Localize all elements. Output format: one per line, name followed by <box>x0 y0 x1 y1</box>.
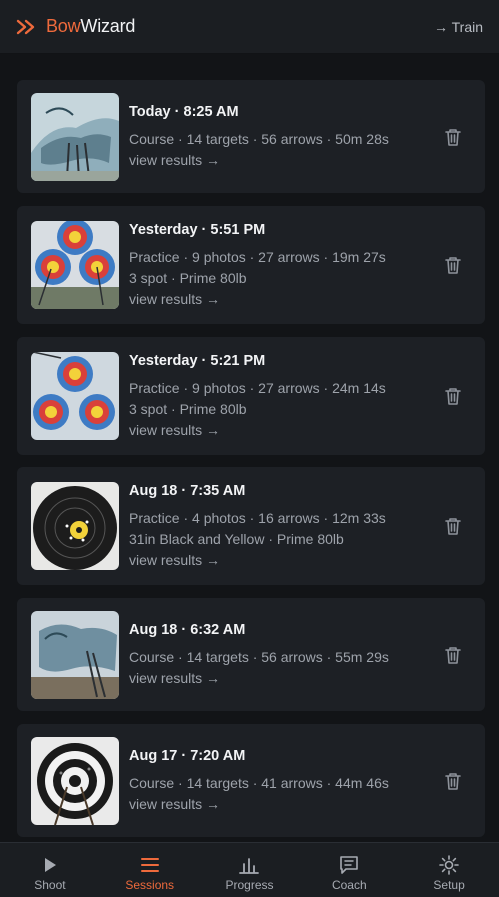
view-results-link[interactable]: view results → <box>129 289 435 310</box>
session-list: Today · 8:25 AM Course · 14 targets · 56… <box>0 54 499 842</box>
session-card[interactable]: Aug 18 · 6:32 AM Course · 14 targets · 5… <box>17 598 485 711</box>
view-results-link[interactable]: view results → <box>129 550 435 571</box>
session-thumbnail <box>31 221 119 309</box>
session-summary: Course · 14 targets · 41 arrows · 44m 46… <box>129 774 389 791</box>
session-thumbnail <box>31 482 119 570</box>
play-icon <box>43 855 57 875</box>
session-summary: Practice · 9 photos · 27 arrows · 19m 27… <box>129 248 386 265</box>
session-equipment: 31in Black and Yellow · Prime 80lb <box>129 530 344 547</box>
chevrons-logo-icon <box>16 19 38 35</box>
view-results-link[interactable]: view results → <box>129 794 435 815</box>
trash-icon[interactable] <box>443 645 463 665</box>
session-summary: Practice · 4 photos · 16 arrows · 12m 33… <box>129 509 386 526</box>
nav-sessions[interactable]: Sessions <box>100 843 200 897</box>
nav-label: Shoot <box>34 878 66 892</box>
session-equipment: 3 spot · Prime 80lb <box>129 269 247 286</box>
trash-icon[interactable] <box>443 771 463 791</box>
session-time: Yesterday · 5:21 PM <box>129 352 266 369</box>
session-summary: Course · 14 targets · 56 arrows · 50m 28… <box>129 130 389 147</box>
nav-setup[interactable]: Setup <box>399 843 499 897</box>
nav-progress[interactable]: Progress <box>200 843 300 897</box>
app-header: BowWizard → Train <box>0 0 499 54</box>
nav-label: Progress <box>225 878 274 892</box>
session-time: Aug 18 · 7:35 AM <box>129 482 246 499</box>
session-time: Aug 17 · 7:20 AM <box>129 747 246 764</box>
train-link[interactable]: → Train <box>434 19 483 35</box>
session-equipment: 3 spot · Prime 80lb <box>129 400 247 417</box>
session-card[interactable]: Aug 18 · 7:35 AM Practice · 4 photos · 1… <box>17 467 485 585</box>
session-thumbnail <box>31 610 119 699</box>
trash-icon[interactable] <box>443 386 463 406</box>
session-time: Today · 8:25 AM <box>129 103 239 120</box>
bar-chart-icon <box>239 855 260 875</box>
app-title: BowWizard <box>46 16 136 36</box>
nav-label: Setup <box>433 878 465 892</box>
trash-icon[interactable] <box>443 516 463 536</box>
session-card[interactable]: Today · 8:25 AM Course · 14 targets · 56… <box>17 80 485 193</box>
nav-shoot[interactable]: Shoot <box>0 843 100 897</box>
sun-gear-icon <box>439 855 459 875</box>
session-time: Yesterday · 5:51 PM <box>129 221 266 238</box>
nav-label: Sessions <box>125 878 175 892</box>
view-results-link[interactable]: view results → <box>129 668 435 689</box>
session-thumbnail <box>31 352 119 440</box>
view-results-link[interactable]: view results → <box>129 420 435 441</box>
session-summary: Practice · 9 photos · 27 arrows · 24m 14… <box>129 379 386 396</box>
trash-icon[interactable] <box>443 255 463 275</box>
nav-label: Coach <box>331 878 367 892</box>
chat-icon <box>339 855 359 875</box>
session-card[interactable]: Aug 17 · 7:20 AM Course · 14 targets · 4… <box>17 724 485 837</box>
nav-coach[interactable]: Coach <box>299 843 399 897</box>
session-card[interactable]: Yesterday · 5:21 PM Practice · 9 photos … <box>17 337 485 455</box>
session-card[interactable]: Yesterday · 5:51 PM Practice · 9 photos … <box>17 206 485 324</box>
menu-icon <box>140 855 159 875</box>
session-time: Aug 18 · 6:32 AM <box>129 621 246 638</box>
trash-icon[interactable] <box>443 127 463 147</box>
view-results-link[interactable]: view results → <box>129 150 435 171</box>
session-summary: Course · 14 targets · 56 arrows · 55m 29… <box>129 648 389 665</box>
session-thumbnail <box>31 92 119 181</box>
session-thumbnail <box>31 736 119 825</box>
bottom-nav: Shoot Sessions Progress Coach Setup <box>0 842 499 897</box>
